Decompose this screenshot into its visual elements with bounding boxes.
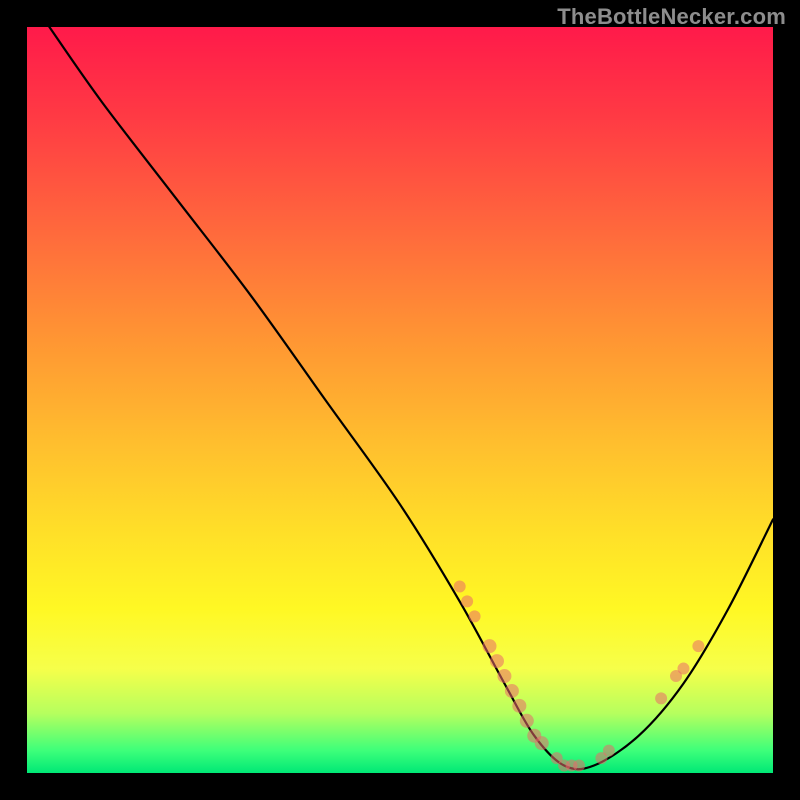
data-point [512, 699, 526, 713]
watermark-text: TheBottleNecker.com [557, 4, 786, 30]
data-point [469, 610, 481, 622]
data-point [677, 663, 689, 675]
data-point [573, 760, 585, 772]
markers-group [454, 581, 705, 772]
data-point [490, 654, 504, 668]
plot-area [27, 27, 773, 773]
data-point [603, 745, 615, 757]
data-point [461, 595, 473, 607]
data-point [520, 714, 534, 728]
bottleneck-curve [49, 27, 773, 769]
data-point [655, 692, 667, 704]
chart-frame: TheBottleNecker.com [0, 0, 800, 800]
data-point [483, 639, 497, 653]
chart-overlay [27, 27, 773, 773]
data-point [505, 684, 519, 698]
data-point [692, 640, 704, 652]
data-point [535, 736, 549, 750]
data-point [454, 581, 466, 593]
data-point [497, 669, 511, 683]
